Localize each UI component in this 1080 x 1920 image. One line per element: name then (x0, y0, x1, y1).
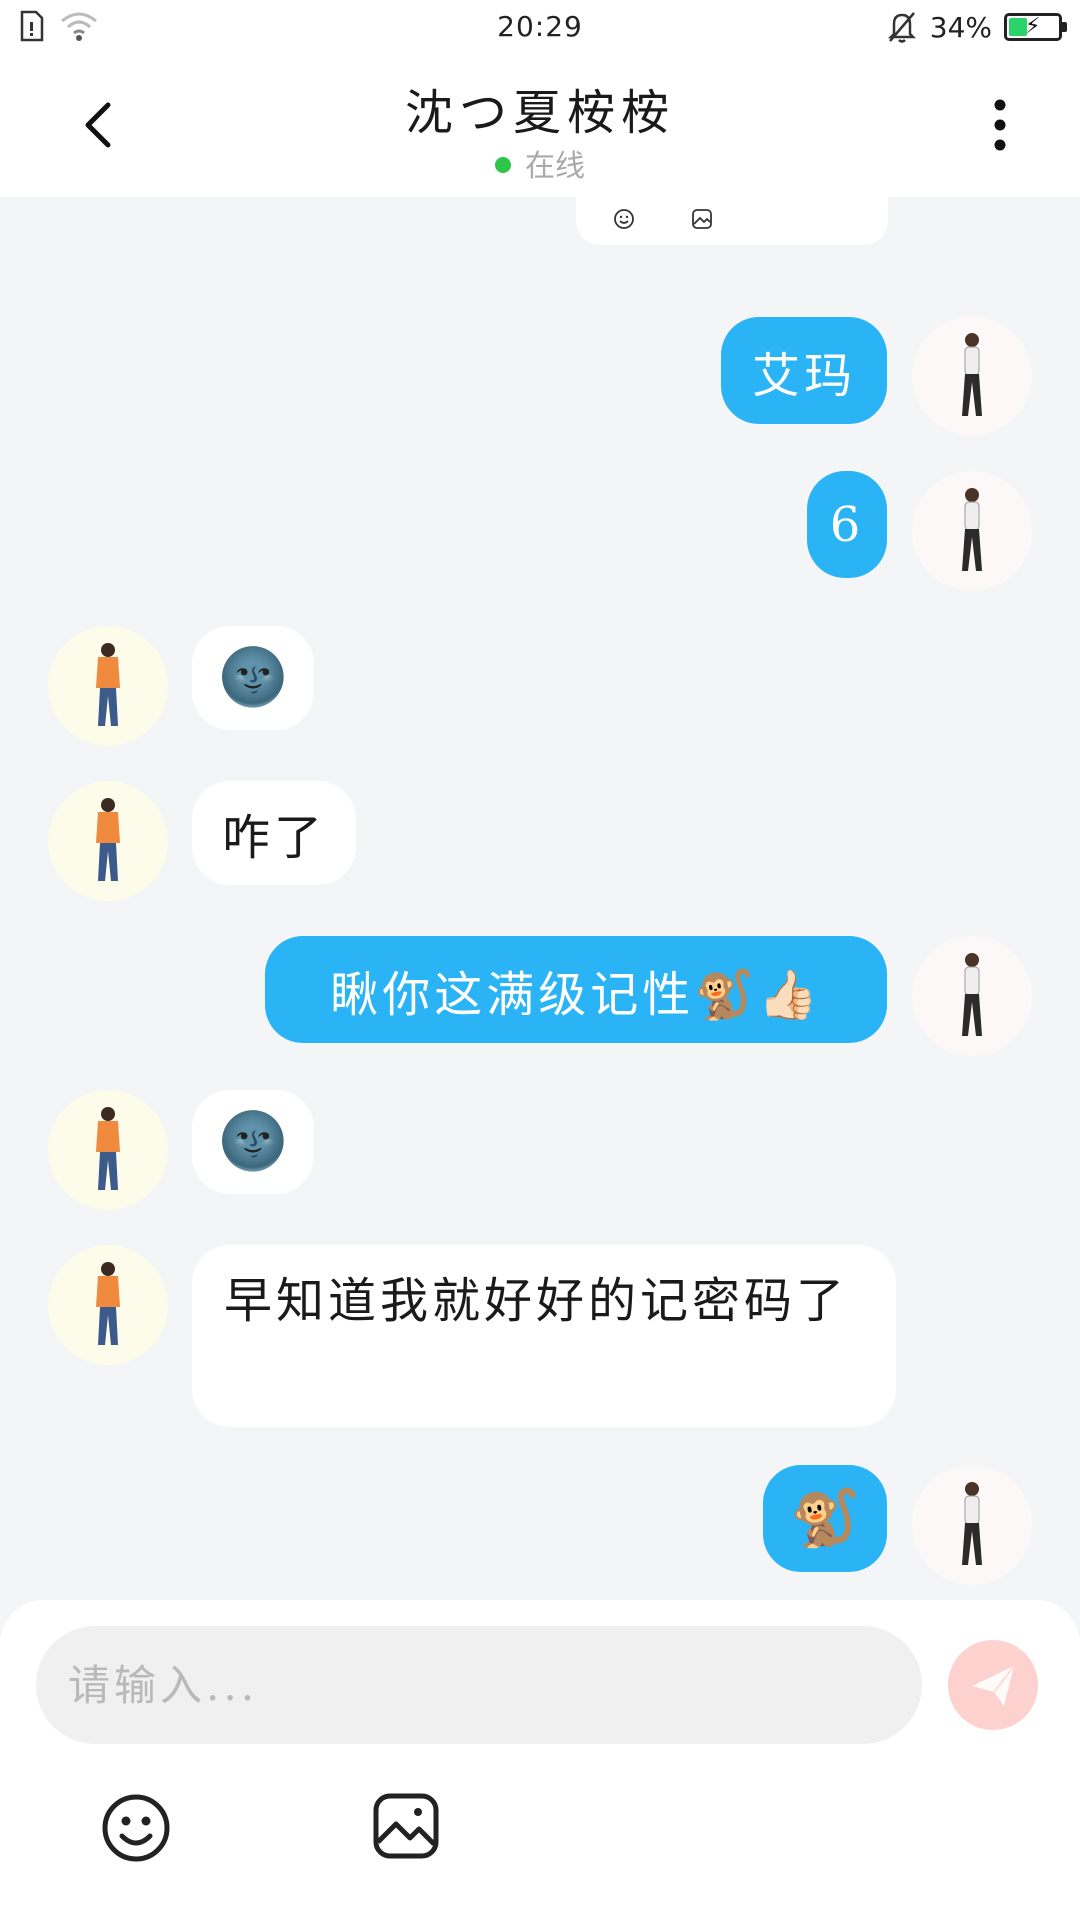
composer-panel (0, 1600, 1080, 1920)
person-figure-icon (96, 798, 120, 881)
smiley-icon (614, 209, 634, 229)
message-bubble-received[interactable]: 🌚 (192, 626, 314, 730)
image-picker-button[interactable] (372, 1792, 440, 1860)
my-avatar[interactable] (912, 1465, 1032, 1585)
image-icon (373, 1793, 439, 1859)
message-text: 咋了 (221, 810, 326, 866)
person-figure-icon (962, 488, 982, 571)
status-bar: 20:29 34% ⚡ (0, 0, 1080, 55)
message-input[interactable] (36, 1626, 922, 1744)
battery-percent: 34% (929, 10, 992, 44)
contact-avatar[interactable] (48, 1245, 168, 1365)
image-icon (692, 209, 712, 229)
message-bubble-sent[interactable]: 6 (807, 471, 887, 578)
contact-avatar[interactable] (48, 626, 168, 746)
person-figure-icon (96, 643, 120, 726)
charging-bolt-icon: ⚡ (1025, 14, 1041, 39)
person-figure-icon (96, 1107, 120, 1190)
bell-muted-icon (887, 12, 916, 43)
message-bubble-received[interactable]: 咋了 (192, 781, 356, 885)
message-bubble-sent[interactable]: 🐒 (763, 1465, 887, 1572)
message-text: 早知道我就好好的记密码了 (224, 1273, 849, 1329)
message-text: 🐒 (790, 1485, 860, 1551)
online-dot-icon (495, 156, 511, 173)
message-text: 🌚 (218, 645, 288, 710)
my-avatar[interactable] (912, 936, 1032, 1056)
message-bubble-sent[interactable]: 瞅你这满级记性🐒👍🏻 (265, 936, 887, 1043)
paper-plane-icon (972, 1665, 1015, 1706)
person-figure-icon (96, 1262, 120, 1345)
message-text: 艾玛 (751, 347, 856, 404)
message-text: 🌚 (218, 1109, 288, 1174)
chat-header: 沈つ夏桉桉 在线 (0, 55, 1080, 197)
contact-avatar[interactable] (48, 1090, 168, 1210)
smiley-icon (102, 1794, 170, 1862)
contact-avatar[interactable] (48, 781, 168, 901)
message-list[interactable]: 艾玛 6 🌚 咋了 瞅你这满级记性🐒👍🏻 🌚 早知道我就好好的记密码了 🐒 (0, 197, 1080, 1600)
status-right: 34% ⚡ (886, 10, 1067, 44)
send-button[interactable] (948, 1640, 1038, 1730)
message-text: 6 (829, 496, 865, 553)
previous-message-bubble (576, 197, 888, 245)
person-figure-icon (962, 953, 982, 1036)
more-vertical-icon (994, 99, 1006, 151)
person-figure-icon (962, 1482, 982, 1565)
emoji-button[interactable] (100, 1792, 172, 1864)
more-options-button[interactable] (980, 95, 1020, 155)
my-avatar[interactable] (912, 471, 1032, 591)
contact-name: 沈つ夏桉桉 (404, 85, 675, 141)
message-bubble-received[interactable]: 🌚 (192, 1090, 314, 1194)
battery-icon: ⚡ (1004, 13, 1067, 41)
message-bubble-received[interactable]: 早知道我就好好的记密码了 (192, 1245, 896, 1427)
online-status-text: 在线 (525, 149, 585, 184)
message-bubble-sent[interactable]: 艾玛 (721, 317, 887, 424)
person-figure-icon (962, 333, 982, 416)
online-status: 在线 (0, 141, 1080, 185)
message-text: 瞅你这满级记性🐒👍🏻 (330, 966, 822, 1023)
my-avatar[interactable] (912, 316, 1032, 436)
